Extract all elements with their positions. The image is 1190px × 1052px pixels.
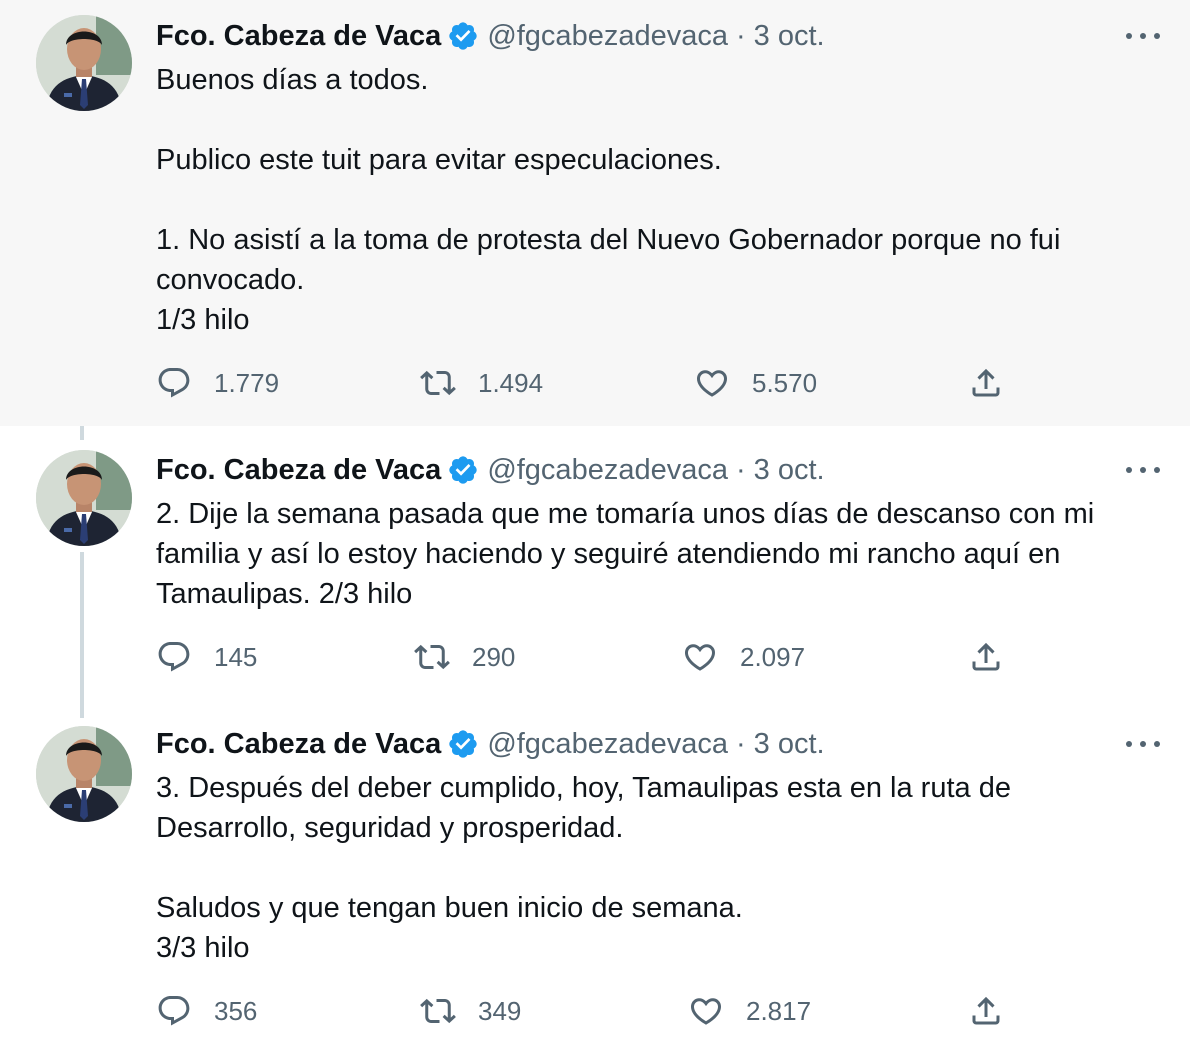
tweet-line: 2. Dije la semana pasada que me tomaría …: [156, 498, 1095, 530]
like-button[interactable]: 2.817: [688, 993, 811, 1029]
like-count: 2.097: [740, 641, 806, 672]
verified-badge-icon: [449, 22, 477, 50]
reply-button[interactable]: 145: [156, 639, 257, 675]
heart-icon: [696, 370, 728, 397]
action-bar: 1.779 1.494 5.570: [0, 365, 1190, 405]
share-icon[interactable]: [968, 365, 1004, 401]
retweet-count: 1.494: [478, 367, 544, 398]
retweet-button[interactable]: 290: [414, 639, 515, 675]
tweet-header: Fco. Cabeza de Vaca @fgcabezadevaca · 3 …: [156, 18, 1070, 54]
verified-badge-icon: [449, 730, 477, 758]
tweet-line: 1. No asistí a la toma de protesta del N…: [156, 224, 1061, 256]
like-count: 2.817: [746, 995, 812, 1026]
tweet-line: familia y así lo estoy haciendo y seguir…: [156, 538, 1061, 570]
avatar-photo: [36, 450, 132, 546]
author-handle[interactable]: @fgcabezadevaca: [487, 726, 728, 762]
share-icon[interactable]: [968, 993, 1004, 1029]
reply-button[interactable]: 1.779: [156, 365, 279, 401]
author-name[interactable]: Fco. Cabeza de Vaca: [156, 452, 441, 488]
avatar-photo: [36, 15, 132, 111]
avatar[interactable]: [36, 15, 132, 111]
tweet-line: convocado.: [156, 264, 305, 296]
tweet-text: 3. Después del deber cumplido, hoy, Tama…: [156, 768, 1146, 968]
author-handle[interactable]: @fgcabezadevaca: [487, 18, 728, 54]
retweet-count: 290: [472, 641, 516, 672]
tweet-text: Buenos días a todos. Publico este tuit p…: [156, 60, 1146, 340]
tweet-2[interactable]: Fco. Cabeza de Vaca @fgcabezadevaca · 3 …: [0, 426, 1190, 702]
author-name[interactable]: Fco. Cabeza de Vaca: [156, 726, 441, 762]
tweet-line: Saludos y que tengan buen inicio de sema…: [156, 892, 743, 924]
reply-count: 356: [214, 995, 258, 1026]
reply-icon: [158, 996, 190, 1026]
share-icon[interactable]: [968, 639, 1004, 675]
separator: ·: [735, 20, 746, 52]
tweet-3[interactable]: Fco. Cabeza de Vaca @fgcabezadevaca · 3 …: [0, 702, 1190, 1052]
heart-icon: [684, 644, 716, 671]
tweet-line: Publico este tuit para evitar especulaci…: [156, 144, 722, 176]
like-button[interactable]: 5.570: [694, 365, 817, 401]
tweet-line: Desarrollo, seguridad y prosperidad.: [156, 812, 624, 844]
more-options-icon[interactable]: [1126, 738, 1160, 750]
retweet-button[interactable]: 349: [420, 993, 521, 1029]
like-button[interactable]: 2.097: [682, 639, 805, 675]
tweet-date[interactable]: 3 oct.: [754, 18, 825, 54]
retweet-icon: [420, 998, 456, 1024]
reply-icon: [158, 368, 190, 398]
tweet-line: Tamaulipas. 2/3 hilo: [156, 578, 413, 610]
tweet-line: 3/3 hilo: [156, 932, 250, 964]
heart-icon: [690, 998, 722, 1025]
retweet-button[interactable]: 1.494: [420, 365, 543, 401]
more-options-icon[interactable]: [1126, 464, 1160, 476]
reply-count: 145: [214, 641, 258, 672]
retweet-count: 349: [478, 995, 522, 1026]
avatar[interactable]: [36, 726, 132, 822]
action-bar: 145 290 2.097: [0, 639, 1190, 679]
more-options-icon[interactable]: [1126, 30, 1160, 42]
like-count: 5.570: [752, 367, 818, 398]
tweet-line: 1/3 hilo: [156, 304, 250, 336]
tweet-1[interactable]: Fco. Cabeza de Vaca @fgcabezadevaca · 3 …: [0, 0, 1190, 426]
action-bar: 356 349 2.817: [0, 993, 1190, 1033]
reply-button[interactable]: 356: [156, 993, 257, 1029]
tweet-line: Buenos días a todos.: [156, 64, 429, 96]
separator: ·: [735, 454, 746, 486]
author-handle[interactable]: @fgcabezadevaca: [487, 452, 728, 488]
avatar-photo: [36, 726, 132, 822]
retweet-icon: [414, 644, 450, 670]
tweet-date[interactable]: 3 oct.: [754, 452, 825, 488]
reply-count: 1.779: [214, 367, 280, 398]
avatar[interactable]: [36, 450, 132, 546]
tweet-line: 3. Después del deber cumplido, hoy, Tama…: [156, 772, 1011, 804]
tweet-header: Fco. Cabeza de Vaca @fgcabezadevaca · 3 …: [156, 452, 1070, 488]
reply-icon: [158, 642, 190, 672]
tweet-header: Fco. Cabeza de Vaca @fgcabezadevaca · 3 …: [156, 726, 1070, 762]
retweet-icon: [420, 370, 456, 396]
author-name[interactable]: Fco. Cabeza de Vaca: [156, 18, 441, 54]
separator: ·: [735, 728, 746, 760]
tweet-text: 2. Dije la semana pasada que me tomaría …: [156, 494, 1146, 614]
verified-badge-icon: [449, 456, 477, 484]
tweet-date[interactable]: 3 oct.: [754, 726, 825, 762]
